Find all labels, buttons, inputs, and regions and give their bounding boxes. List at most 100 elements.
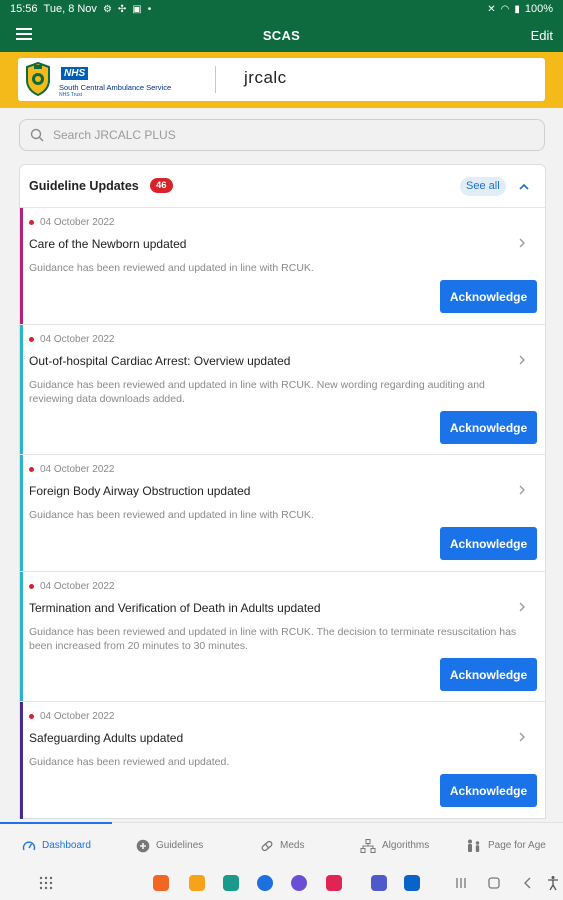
tab-label: Guidelines xyxy=(156,840,204,851)
category-color-bar xyxy=(20,325,23,454)
back-icon[interactable] xyxy=(520,875,536,891)
jrcalc-logo: jrcalc xyxy=(244,68,287,87)
chevron-right-icon[interactable] xyxy=(517,602,527,612)
update-description: Guidance has been reviewed and updated i… xyxy=(29,379,485,405)
teams-app-icon[interactable] xyxy=(371,875,387,891)
update-description: Guidance has been reviewed and updated i… xyxy=(29,262,314,274)
mute-status-icon: ✕ xyxy=(487,3,496,15)
edit-button[interactable]: Edit xyxy=(531,28,553,43)
system-taskbar xyxy=(0,867,563,900)
acknowledge-button[interactable]: Acknowledge xyxy=(440,774,537,807)
tab-guidelines[interactable]: Guidelines xyxy=(136,823,203,868)
see-all-button[interactable]: See all xyxy=(460,177,506,196)
bottom-tab-bar: Dashboard Guidelines Meds Algorithms Pag… xyxy=(0,822,563,867)
update-date: 04 October 2022 xyxy=(40,581,115,592)
wifi-status-icon: ◠ xyxy=(500,3,510,15)
accessibility-icon[interactable] xyxy=(545,875,561,891)
red-app-icon[interactable] xyxy=(326,875,342,891)
algorithm-icon xyxy=(360,838,376,853)
category-color-bar xyxy=(20,208,23,324)
unread-dot xyxy=(29,584,34,589)
update-item[interactable]: 04 October 2022 Safeguarding Adults upda… xyxy=(20,702,545,819)
update-title: Foreign Body Airway Obstruction updated xyxy=(29,484,251,498)
update-item[interactable]: 04 October 2022 Out-of-hospital Cardiac … xyxy=(20,325,545,455)
search-placeholder: Search JRCALC PLUS xyxy=(53,128,176,142)
update-title: Out-of-hospital Cardiac Arrest: Overview… xyxy=(29,354,291,368)
unread-dot xyxy=(29,220,34,225)
status-bar: 15:56 Tue, 8 Nov ⚙ ✣ ▣ • ✕ ◠ ▮ 100% xyxy=(0,0,563,18)
unread-dot xyxy=(29,467,34,472)
acknowledge-button[interactable]: Acknowledge xyxy=(440,280,537,313)
chevron-right-icon[interactable] xyxy=(517,732,527,742)
fan-status-icon: ✣ xyxy=(117,3,127,15)
purple-app-icon[interactable] xyxy=(291,875,307,891)
notes-app-icon[interactable] xyxy=(189,875,205,891)
guideline-updates-panel: Guideline Updates 46 See all 04 October … xyxy=(19,164,546,819)
update-date: 04 October 2022 xyxy=(40,464,115,475)
people-icon xyxy=(468,839,480,852)
tab-dashboard[interactable]: Dashboard xyxy=(0,822,112,868)
organisation-name: South Central Ambulance Service xyxy=(59,83,172,92)
tab-label: Page for Age xyxy=(488,840,546,851)
update-date: 04 October 2022 xyxy=(40,334,115,345)
nhs-logo-block: NHS South Central Ambulance Service NHS … xyxy=(59,63,171,98)
tab-label: Algorithms xyxy=(382,840,430,851)
category-color-bar xyxy=(20,455,23,571)
calendar-status-icon: ▣ xyxy=(132,3,142,15)
tab-algorithms[interactable]: Algorithms xyxy=(360,823,429,868)
dot-status-icon: • xyxy=(147,3,152,15)
update-count-badge: 46 xyxy=(150,178,173,193)
chevron-right-icon[interactable] xyxy=(517,485,527,495)
pill-icon xyxy=(261,840,273,851)
organisation-trust: NHS Trust xyxy=(59,92,83,98)
update-description: Guidance has been reviewed and updated i… xyxy=(29,626,517,652)
status-date: Tue, 8 Nov xyxy=(43,3,97,15)
update-item[interactable]: 04 October 2022 Care of the Newborn upda… xyxy=(20,208,545,325)
panel-header: Guideline Updates 46 See all xyxy=(20,165,545,208)
brand-banner: NHS South Central Ambulance Service NHS … xyxy=(0,52,563,108)
update-description: Guidance has been reviewed and updated. xyxy=(29,756,230,768)
update-title: Safeguarding Adults updated xyxy=(29,731,184,745)
brand-divider xyxy=(215,66,216,93)
app-title: SCAS xyxy=(262,27,301,43)
search-icon xyxy=(30,128,44,142)
panel-title: Guideline Updates xyxy=(29,179,139,193)
category-color-bar xyxy=(20,572,23,701)
settings-status-icon: ⚙ xyxy=(102,3,112,15)
battery-level: 100% xyxy=(524,3,553,15)
unread-dot xyxy=(29,714,34,719)
unread-dot xyxy=(29,337,34,342)
tab-meds[interactable]: Meds xyxy=(260,823,304,868)
update-description: Guidance has been reviewed and updated i… xyxy=(29,509,314,521)
home-icon[interactable] xyxy=(486,875,502,891)
scas-crest-icon xyxy=(26,62,50,96)
search-input[interactable]: Search JRCALC PLUS xyxy=(19,119,545,151)
category-color-bar xyxy=(20,702,23,819)
brand-card: NHS South Central Ambulance Service NHS … xyxy=(18,58,545,101)
plus-circle-icon xyxy=(136,839,150,852)
orange-app-icon[interactable] xyxy=(153,875,169,891)
tab-page-for-age[interactable]: Page for Age xyxy=(466,823,546,868)
update-date: 04 October 2022 xyxy=(40,711,115,722)
outlook-app-icon[interactable] xyxy=(404,875,420,891)
acknowledge-button[interactable]: Acknowledge xyxy=(440,527,537,560)
update-title: Termination and Verification of Death in… xyxy=(29,601,321,615)
update-item[interactable]: 04 October 2022 Foreign Body Airway Obst… xyxy=(20,455,545,572)
battery-status-icon: ▮ xyxy=(514,3,520,15)
recent-apps-icon[interactable] xyxy=(453,875,469,891)
acknowledge-button[interactable]: Acknowledge xyxy=(440,411,537,444)
nhs-logo: NHS xyxy=(61,67,89,80)
app-bar: SCAS Edit xyxy=(0,18,563,52)
update-item[interactable]: 04 October 2022 Termination and Verifica… xyxy=(20,572,545,702)
acknowledge-button[interactable]: Acknowledge xyxy=(440,658,537,691)
chevron-right-icon[interactable] xyxy=(517,238,527,248)
update-date: 04 October 2022 xyxy=(40,217,115,228)
chevron-right-icon[interactable] xyxy=(517,355,527,365)
app-drawer-icon[interactable] xyxy=(38,875,54,891)
messages-app-icon[interactable] xyxy=(257,875,273,891)
teal-app-icon[interactable] xyxy=(223,875,239,891)
update-title: Care of the Newborn updated xyxy=(29,237,187,251)
dashboard-icon xyxy=(22,841,36,850)
chevron-up-icon[interactable] xyxy=(516,179,532,195)
tab-label: Meds xyxy=(280,840,305,851)
